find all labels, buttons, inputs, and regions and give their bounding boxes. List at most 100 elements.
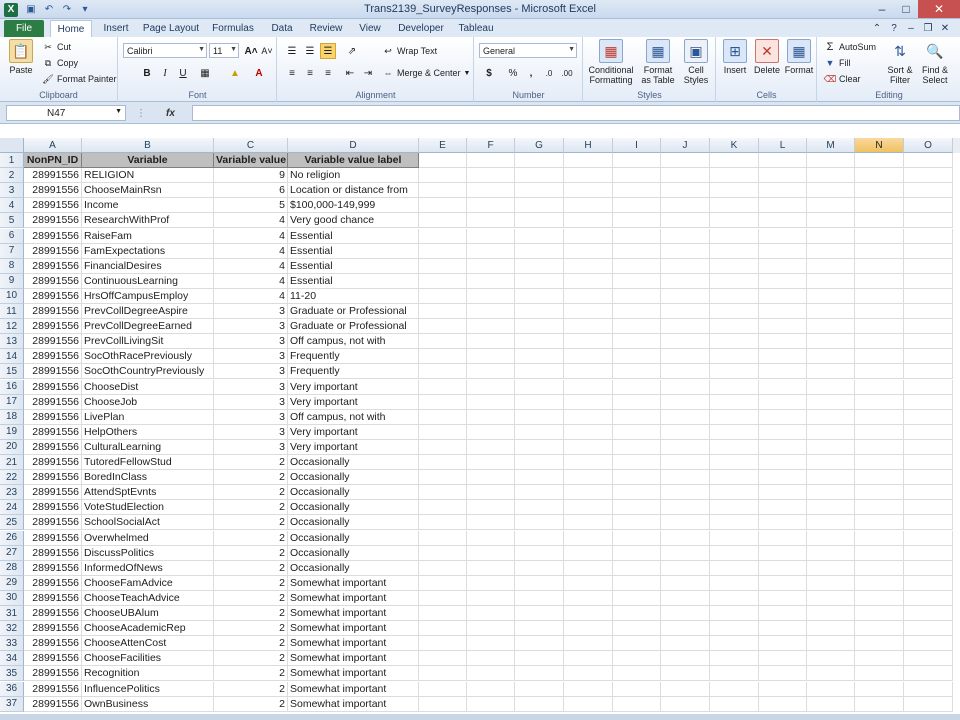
empty-cell[interactable] <box>564 349 613 365</box>
increase-decimal-icon[interactable]: .0 <box>541 65 557 81</box>
data-cell[interactable]: SocOthCountryPreviously <box>82 364 214 380</box>
empty-cell[interactable] <box>613 183 661 199</box>
empty-cell[interactable] <box>515 168 564 184</box>
empty-cell[interactable] <box>419 409 467 425</box>
row-header[interactable]: 15 <box>0 364 24 380</box>
empty-cell[interactable] <box>661 666 710 682</box>
empty-cell[interactable] <box>710 273 759 289</box>
data-cell[interactable]: 28991556 <box>24 455 82 471</box>
empty-cell[interactable] <box>807 530 855 546</box>
data-cell[interactable]: 3 <box>214 379 288 395</box>
empty-cell[interactable] <box>904 636 953 652</box>
empty-cell[interactable] <box>759 470 807 486</box>
empty-cell[interactable] <box>855 334 904 350</box>
empty-cell[interactable] <box>661 560 710 576</box>
data-cell[interactable]: Occasionally <box>288 530 419 546</box>
empty-cell[interactable] <box>419 515 467 531</box>
data-cell[interactable]: 2 <box>214 606 288 622</box>
fill-button[interactable]: ▼ Fill <box>824 57 851 69</box>
data-cell[interactable]: 28991556 <box>24 636 82 652</box>
empty-cell[interactable] <box>904 213 953 229</box>
empty-cell[interactable] <box>661 590 710 606</box>
empty-cell[interactable] <box>419 394 467 410</box>
data-cell[interactable]: 28991556 <box>24 304 82 320</box>
empty-cell[interactable] <box>419 696 467 712</box>
empty-cell[interactable] <box>419 545 467 561</box>
empty-cell[interactable] <box>710 258 759 274</box>
empty-cell[interactable] <box>807 394 855 410</box>
empty-cell[interactable] <box>613 606 661 622</box>
data-cell[interactable]: Off campus, not with <box>288 334 419 350</box>
empty-cell[interactable] <box>419 168 467 184</box>
empty-cell[interactable] <box>807 258 855 274</box>
empty-cell[interactable] <box>855 424 904 440</box>
data-cell[interactable]: 3 <box>214 364 288 380</box>
copy-button[interactable]: ⧉ Copy <box>42 57 78 69</box>
data-cell[interactable]: 2 <box>214 530 288 546</box>
data-cell[interactable]: Somewhat important <box>288 651 419 667</box>
number-format-select[interactable]: General ▼ <box>479 43 577 58</box>
empty-cell[interactable] <box>515 545 564 561</box>
data-cell[interactable]: Occasionally <box>288 560 419 576</box>
empty-cell[interactable] <box>467 273 515 289</box>
data-cell[interactable]: Somewhat important <box>288 666 419 682</box>
empty-cell[interactable] <box>661 258 710 274</box>
empty-cell[interactable] <box>613 334 661 350</box>
empty-cell[interactable] <box>855 696 904 712</box>
empty-cell[interactable] <box>759 168 807 184</box>
empty-cell[interactable] <box>661 545 710 561</box>
empty-cell[interactable] <box>710 515 759 531</box>
row-header[interactable]: 8 <box>0 258 24 274</box>
empty-cell[interactable] <box>904 153 953 169</box>
data-cell[interactable]: 28991556 <box>24 530 82 546</box>
percent-button[interactable]: % <box>505 65 521 81</box>
empty-cell[interactable] <box>467 575 515 591</box>
empty-cell[interactable] <box>467 243 515 259</box>
data-cell[interactable]: 28991556 <box>24 606 82 622</box>
empty-cell[interactable] <box>710 243 759 259</box>
empty-cell[interactable] <box>855 439 904 455</box>
data-cell[interactable]: InfluencePolitics <box>82 681 214 697</box>
empty-cell[interactable] <box>467 696 515 712</box>
data-cell[interactable]: PrevCollLivingSit <box>82 334 214 350</box>
row-header[interactable]: 35 <box>0 666 24 682</box>
insert-cells-button[interactable]: ⊞ Insert <box>719 39 751 75</box>
empty-cell[interactable] <box>759 379 807 395</box>
empty-cell[interactable] <box>661 409 710 425</box>
row-header[interactable]: 34 <box>0 651 24 667</box>
empty-cell[interactable] <box>759 575 807 591</box>
maximize-icon[interactable]: □ <box>894 0 918 18</box>
data-cell[interactable]: SocOthRacePreviously <box>82 349 214 365</box>
empty-cell[interactable] <box>904 696 953 712</box>
align-top-icon[interactable]: ☰ <box>284 43 300 59</box>
empty-cell[interactable] <box>661 183 710 199</box>
data-cell[interactable]: FinancialDesires <box>82 258 214 274</box>
empty-cell[interactable] <box>564 183 613 199</box>
empty-cell[interactable] <box>467 500 515 516</box>
empty-cell[interactable] <box>661 364 710 380</box>
empty-cell[interactable] <box>904 530 953 546</box>
empty-cell[interactable] <box>613 304 661 320</box>
empty-cell[interactable] <box>904 439 953 455</box>
empty-cell[interactable] <box>467 606 515 622</box>
empty-cell[interactable] <box>613 575 661 591</box>
row-header[interactable]: 22 <box>0 470 24 486</box>
empty-cell[interactable] <box>515 198 564 214</box>
empty-cell[interactable] <box>710 409 759 425</box>
empty-cell[interactable] <box>564 228 613 244</box>
empty-cell[interactable] <box>661 696 710 712</box>
empty-cell[interactable] <box>904 183 953 199</box>
empty-cell[interactable] <box>855 545 904 561</box>
empty-cell[interactable] <box>759 183 807 199</box>
empty-cell[interactable] <box>564 455 613 471</box>
minimize-ribbon-icon[interactable]: ⌃ <box>870 21 884 35</box>
empty-cell[interactable] <box>419 439 467 455</box>
empty-cell[interactable] <box>467 394 515 410</box>
data-cell[interactable]: 28991556 <box>24 243 82 259</box>
empty-cell[interactable] <box>710 560 759 576</box>
empty-cell[interactable] <box>904 500 953 516</box>
empty-cell[interactable] <box>613 651 661 667</box>
empty-cell[interactable] <box>419 621 467 637</box>
empty-cell[interactable] <box>807 228 855 244</box>
data-cell[interactable]: RaiseFam <box>82 228 214 244</box>
